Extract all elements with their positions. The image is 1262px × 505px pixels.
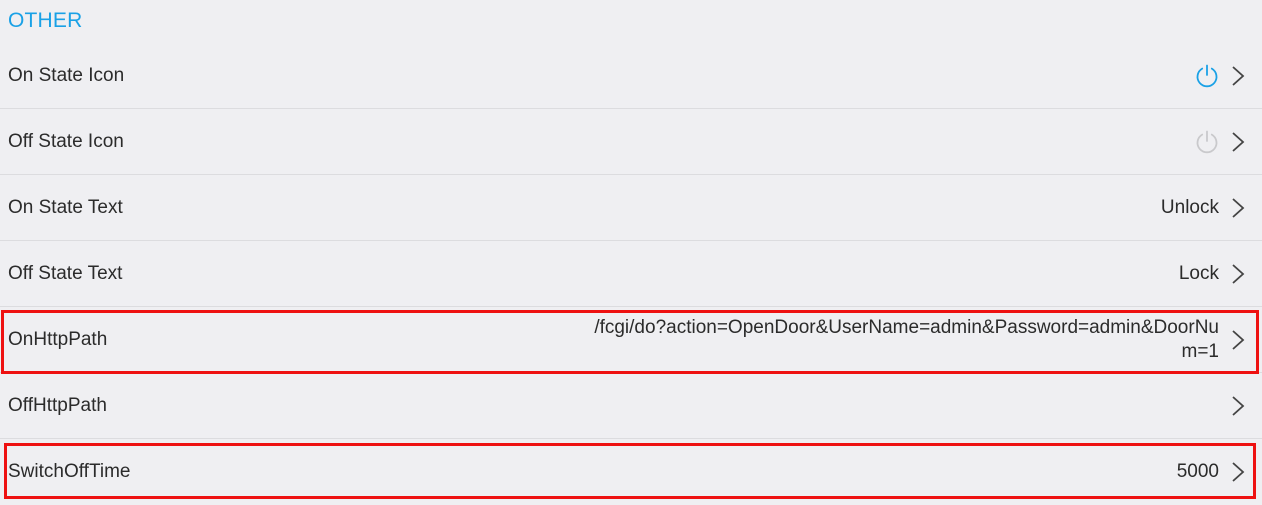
off-state-icon-row[interactable]: Off State Icon bbox=[0, 109, 1262, 175]
on-http-path-label: OnHttpPath bbox=[8, 329, 108, 350]
switch-off-time-value: 5000 bbox=[1176, 461, 1219, 482]
on-state-text-label: On State Text bbox=[8, 197, 123, 218]
chevron-right-icon bbox=[1232, 66, 1245, 86]
off-state-icon-label: Off State Icon bbox=[8, 131, 124, 152]
section-title-other: OTHER bbox=[8, 9, 83, 32]
off-http-path-label: OffHttpPath bbox=[8, 395, 107, 416]
chevron-right-icon bbox=[1232, 132, 1245, 152]
switch-off-time-row[interactable]: SwitchOffTime 5000 bbox=[0, 439, 1262, 505]
power-off-icon bbox=[1196, 130, 1218, 154]
on-http-path-value: /fcgi/do?action=OpenDoor&UserName=admin&… bbox=[594, 317, 1219, 362]
off-state-text-value: Lock bbox=[1178, 263, 1219, 284]
chevron-right-icon bbox=[1232, 330, 1245, 350]
chevron-right-icon bbox=[1232, 462, 1245, 482]
off-state-text-label: Off State Text bbox=[8, 263, 123, 284]
off-state-text-row[interactable]: Off State Text Lock bbox=[0, 241, 1262, 307]
switch-off-time-label: SwitchOffTime bbox=[8, 461, 131, 482]
off-http-path-row[interactable]: OffHttpPath bbox=[0, 373, 1262, 439]
chevron-right-icon bbox=[1232, 198, 1245, 218]
power-on-icon bbox=[1196, 64, 1218, 88]
chevron-right-icon bbox=[1232, 396, 1245, 416]
on-state-text-value: Unlock bbox=[1160, 197, 1219, 218]
on-state-text-row[interactable]: On State Text Unlock bbox=[0, 175, 1262, 241]
on-http-path-row[interactable]: OnHttpPath /fcgi/do?action=OpenDoor&User… bbox=[0, 307, 1262, 373]
on-state-icon-row[interactable]: On State Icon bbox=[0, 43, 1262, 109]
chevron-right-icon bbox=[1232, 264, 1245, 284]
on-state-icon-label: On State Icon bbox=[8, 65, 125, 86]
